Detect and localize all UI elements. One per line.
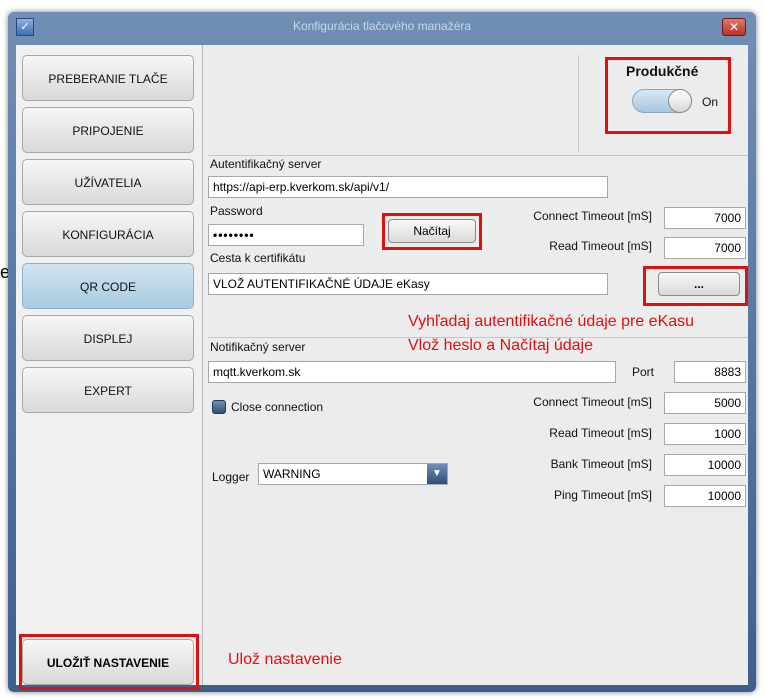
save-settings-button[interactable]: ULOŽIŤ NASTAVENIE [22, 639, 194, 685]
notif-connect-timeout-label: Connect Timeout [mS] [533, 395, 652, 409]
auth-read-timeout-label: Read Timeout [mS] [549, 239, 652, 253]
notification-server-input[interactable]: mqtt.kverkom.sk [208, 361, 616, 383]
password-label: Password [210, 204, 263, 218]
notif-connect-timeout-input[interactable]: 5000 [664, 392, 746, 414]
annotation-enter-password: Vlož heslo a Načítaj údaje [408, 337, 593, 354]
auth-server-label: Autentifikačný server [210, 157, 322, 171]
auth-connect-timeout-input[interactable]: 7000 [664, 207, 746, 229]
production-state: On [702, 95, 719, 109]
chevron-down-icon[interactable]: ▼ [427, 464, 447, 484]
port-input[interactable]: 8883 [674, 361, 746, 383]
cert-path-label: Cesta k certifikátu [210, 251, 306, 265]
nav-expert[interactable]: EXPERT [22, 367, 194, 413]
nav-preberanie-tlace[interactable]: PREBERANIE TLAČE [22, 55, 194, 101]
ping-timeout-input[interactable]: 10000 [664, 485, 746, 507]
logger-label: Logger [212, 470, 250, 484]
title-bar: ✓ Konfigurácia tlačového manažéra ✕ [8, 12, 756, 42]
notification-server-label: Notifikačný server [210, 340, 306, 354]
logger-select[interactable]: WARNING ▼ [258, 463, 448, 485]
window-title: Konfigurácia tlačového manažéra [292, 19, 472, 33]
notif-read-timeout-input[interactable]: 1000 [664, 423, 746, 445]
password-input[interactable]: •••••••• [208, 224, 364, 246]
notif-read-timeout-label: Read Timeout [mS] [549, 426, 652, 440]
annotation-save: Ulož nastavenie [228, 651, 342, 668]
auth-server-input[interactable]: https://api-erp.kverkom.sk/api/v1/ [208, 176, 608, 198]
auth-read-timeout-input[interactable]: 7000 [664, 237, 746, 259]
bank-timeout-input[interactable]: 10000 [664, 454, 746, 476]
close-connection-label: Close connection [231, 400, 324, 414]
toggle-knob [668, 89, 692, 113]
nav-uzivatelia[interactable]: UŽÍVATELIA [22, 159, 194, 205]
close-icon[interactable]: ✕ [722, 18, 746, 36]
nav-qr-code[interactable]: QR CODE [22, 263, 194, 309]
ping-timeout-label: Ping Timeout [mS] [553, 488, 652, 502]
separator-top [208, 155, 748, 156]
sidebar: PREBERANIE TLAČE PRIPOJENIE UŽÍVATELIA K… [16, 45, 203, 685]
close-connection-checkbox[interactable] [212, 400, 226, 414]
port-label: Port [632, 365, 655, 379]
annotation-find-auth: Vyhľadaj autentifikačné údaje pre eKasu [408, 313, 695, 330]
logger-value: WARNING [263, 467, 321, 481]
nav-displej[interactable]: DISPLEJ [22, 315, 194, 361]
nav-konfiguracia[interactable]: KONFIGURÁCIA [22, 211, 194, 257]
load-button[interactable]: Načítaj [388, 219, 476, 243]
config-window: ✓ Konfigurácia tlačového manažéra ✕ PREB… [8, 12, 756, 692]
production-label: Produkčné [626, 63, 699, 79]
bank-timeout-label: Bank Timeout [mS] [550, 457, 652, 471]
auth-connect-timeout-label: Connect Timeout [mS] [533, 209, 652, 223]
nav-pripojenie[interactable]: PRIPOJENIE [22, 107, 194, 153]
browse-button[interactable]: ... [658, 272, 740, 296]
cert-path-input[interactable]: VLOŽ AUTENTIFIKAČNÉ ÚDAJE eKasy [208, 273, 608, 295]
client-area: PREBERANIE TLAČE PRIPOJENIE UŽÍVATELIA K… [16, 45, 748, 690]
production-toggle[interactable] [632, 89, 692, 113]
